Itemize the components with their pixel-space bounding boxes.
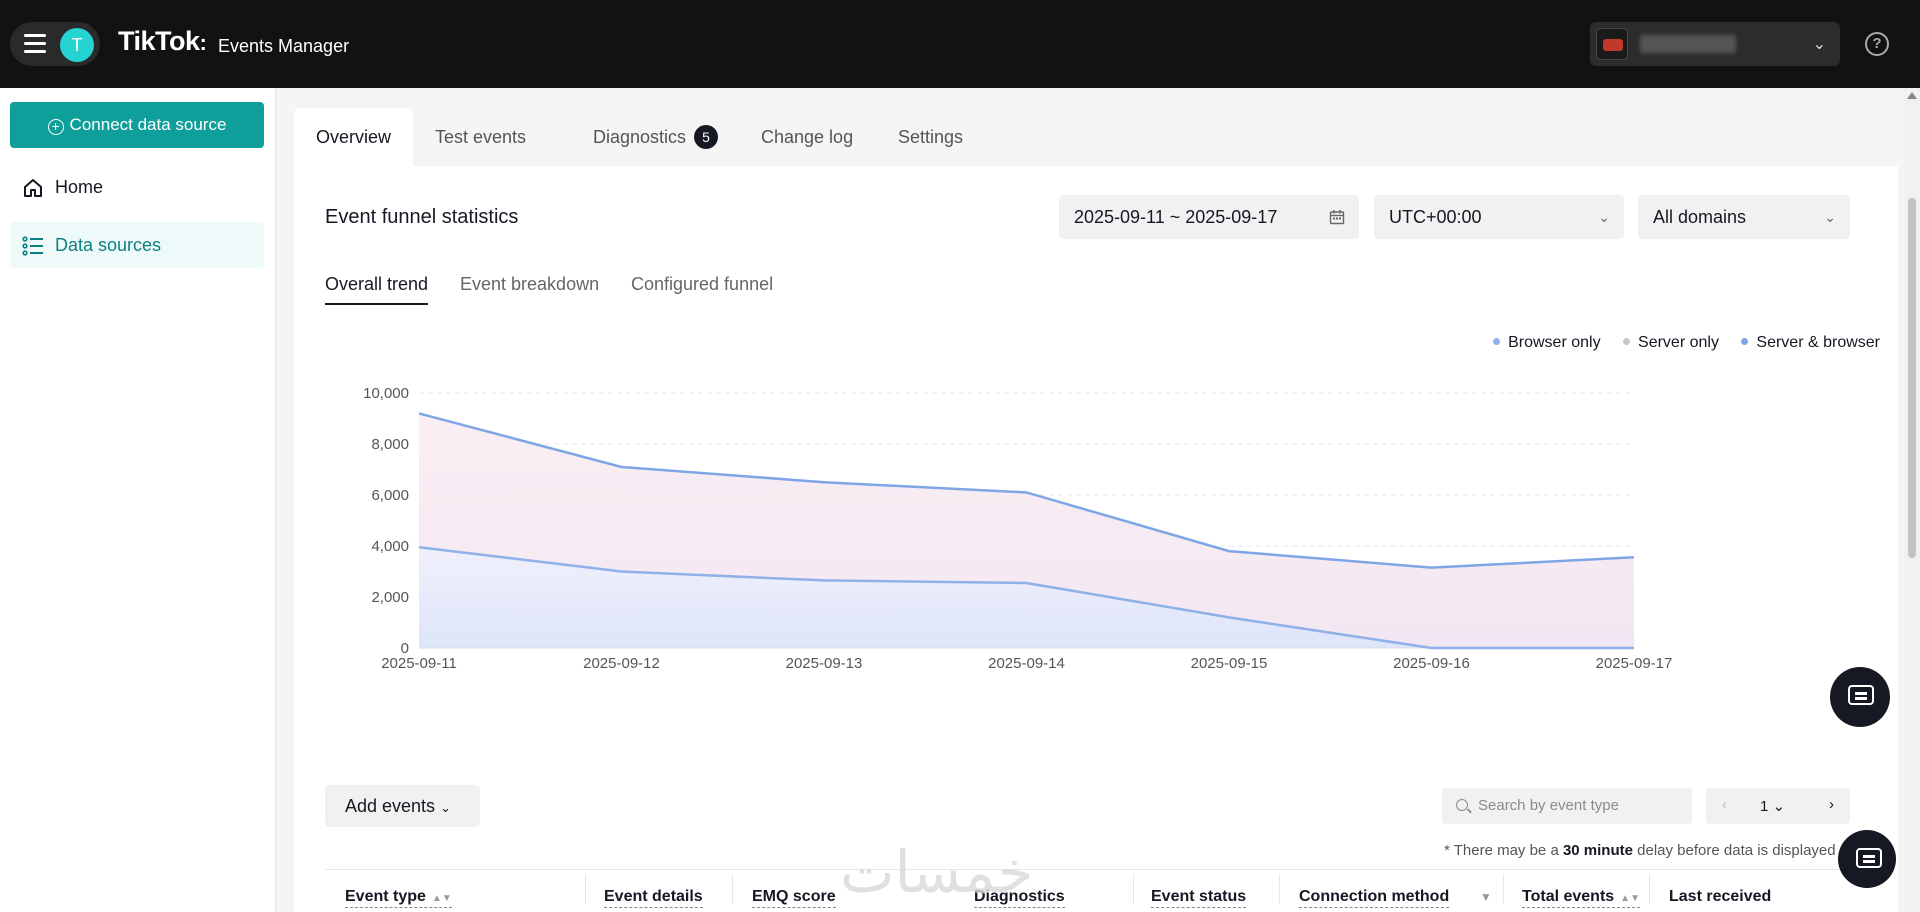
chevron-down-icon[interactable]: ⌄ (1813, 34, 1826, 54)
column-divider (732, 874, 733, 904)
column-event-type[interactable]: Event type ▲▼ (345, 888, 452, 908)
event-trend-chart: 02,0004,0006,0008,00010,0002025-09-11 202… (363, 385, 1673, 672)
timezone-select[interactable]: UTC+00:00 ⌄ (1374, 195, 1624, 239)
y-tick-label: 2,000 (371, 589, 409, 606)
sidebar-item-home[interactable]: Home (10, 164, 264, 210)
column-divider (1279, 874, 1280, 904)
y-tick-label: 10,000 (363, 385, 409, 402)
scroll-thumb[interactable] (1908, 198, 1916, 558)
tiktok-logo: TikTok: (118, 26, 207, 56)
support-message-button[interactable] (1838, 830, 1896, 888)
sidebar-item-label: Data sources (55, 235, 162, 255)
column-last-received[interactable]: Last received (1669, 888, 1771, 907)
column-divider (1649, 874, 1650, 904)
x-tick-label: 2025-09-15 (1191, 655, 1268, 672)
main-content: Overview Test events Diagnostics 5 Chang… (294, 108, 1898, 912)
chevron-down-icon: ⌄ (1598, 209, 1610, 225)
date-range-picker[interactable]: 2025-09-11 ~ 2025-09-17 (1059, 195, 1359, 239)
pagination: ‹ 1 ⌄ › (1706, 788, 1850, 824)
avatar[interactable]: T (60, 28, 94, 62)
events-table-header: Event type ▲▼ Event details EMQ score Dia… (325, 869, 1850, 912)
tab-test-events[interactable]: Test events (413, 108, 548, 166)
add-events-button[interactable]: Add events ⌄ (325, 785, 480, 827)
account-name-redacted (1640, 35, 1736, 53)
page-select[interactable]: 1 ⌄ (1760, 797, 1785, 815)
column-divider (1503, 874, 1504, 904)
column-emq-score[interactable]: EMQ score (752, 888, 836, 908)
legend-item-server-only[interactable]: Server only (1623, 334, 1719, 351)
sidebar: + Connect data source Home Data sources (0, 88, 276, 912)
diagnostics-count-badge: 5 (694, 125, 719, 149)
subtab-overall-trend[interactable]: Overall trend (325, 274, 429, 305)
chevron-left-icon[interactable]: ‹ (1722, 796, 1727, 813)
tab-change-log[interactable]: Change log (739, 108, 875, 166)
hamburger-icon[interactable] (24, 34, 46, 54)
chevron-down-icon: ⌄ (440, 800, 451, 815)
search-icon (1456, 799, 1468, 811)
x-tick-label: 2025-09-14 (988, 655, 1065, 672)
tab-diagnostics[interactable]: Diagnostics 5 (571, 108, 740, 166)
y-tick-label: 4,000 (371, 538, 409, 555)
column-event-status[interactable]: Event status (1151, 888, 1247, 908)
legend-item-server-and-browser[interactable]: Server & browser (1741, 334, 1880, 351)
y-tick-label: 6,000 (371, 487, 409, 504)
event-search-input[interactable]: Search by event type (1442, 788, 1692, 824)
legend-dot (1741, 338, 1749, 345)
chat-icon (1848, 685, 1874, 705)
x-tick-label: 2025-09-17 (1596, 655, 1673, 672)
sort-icon[interactable]: ▲▼ (1620, 893, 1640, 904)
home-icon (24, 179, 42, 197)
chevron-right-icon[interactable]: › (1829, 796, 1834, 813)
plus-circle-icon: + (47, 119, 64, 135)
column-divider (585, 874, 586, 904)
watermark-logo: خمسات (840, 838, 1034, 906)
message-icon (1856, 848, 1882, 868)
section-title: Event funnel statistics (325, 206, 519, 228)
sort-icon[interactable]: ▲▼ (432, 893, 452, 904)
account-selector[interactable]: ⌄ (1590, 22, 1840, 66)
chevron-down-icon: ⌄ (1824, 209, 1836, 225)
chart-legend: Browser only Server only Server & browse… (1475, 334, 1880, 352)
tab-bar: Overview Test events Diagnostics 5 Chang… (294, 108, 1898, 166)
column-connection-method[interactable]: Connection method (1299, 888, 1450, 908)
legend-item-browser-only[interactable]: Browser only (1493, 334, 1601, 351)
account-avatar (1596, 28, 1628, 60)
column-divider (1133, 874, 1134, 904)
tab-settings[interactable]: Settings (876, 108, 985, 166)
legend-dot (1493, 338, 1501, 345)
x-tick-label: 2025-09-11 (381, 655, 457, 672)
connect-data-source-button[interactable]: + Connect data source (10, 102, 264, 148)
domain-select[interactable]: All domains ⌄ (1638, 195, 1850, 239)
page-scrollbar[interactable] (1904, 88, 1920, 912)
data-delay-note: * There may be a 30 minute delay before … (1444, 842, 1836, 859)
tab-overview[interactable]: Overview (294, 108, 414, 166)
subtab-configured-funnel[interactable]: Configured funnel (631, 274, 773, 303)
calendar-icon (1329, 210, 1345, 225)
overview-panel: Event funnel statistics 2025-09-11 ~ 202… (294, 166, 1898, 912)
subtab-event-breakdown[interactable]: Event breakdown (460, 274, 599, 303)
column-total-events[interactable]: Total events ▲▼ (1522, 888, 1640, 908)
top-bar: T TikTok: Events Manager ⌄ ? (0, 0, 1920, 88)
x-tick-label: 2025-09-12 (583, 655, 660, 672)
legend-dot (1623, 338, 1631, 345)
menu-toggle[interactable]: T (10, 22, 100, 66)
feedback-chat-button[interactable] (1830, 667, 1890, 727)
sidebar-item-label: Home (55, 177, 104, 197)
help-icon[interactable]: ? (1865, 32, 1889, 56)
product-name: Events Manager (218, 36, 350, 56)
column-event-details[interactable]: Event details (604, 888, 703, 908)
x-tick-label: 2025-09-16 (1393, 655, 1470, 672)
sidebar-item-data-sources[interactable]: Data sources (10, 222, 264, 268)
list-icon (22, 236, 43, 256)
x-tick-label: 2025-09-13 (786, 655, 863, 672)
filter-icon[interactable]: ▼ (1480, 890, 1492, 904)
scroll-up-arrow-icon[interactable] (1907, 92, 1917, 99)
y-tick-label: 8,000 (371, 436, 409, 453)
